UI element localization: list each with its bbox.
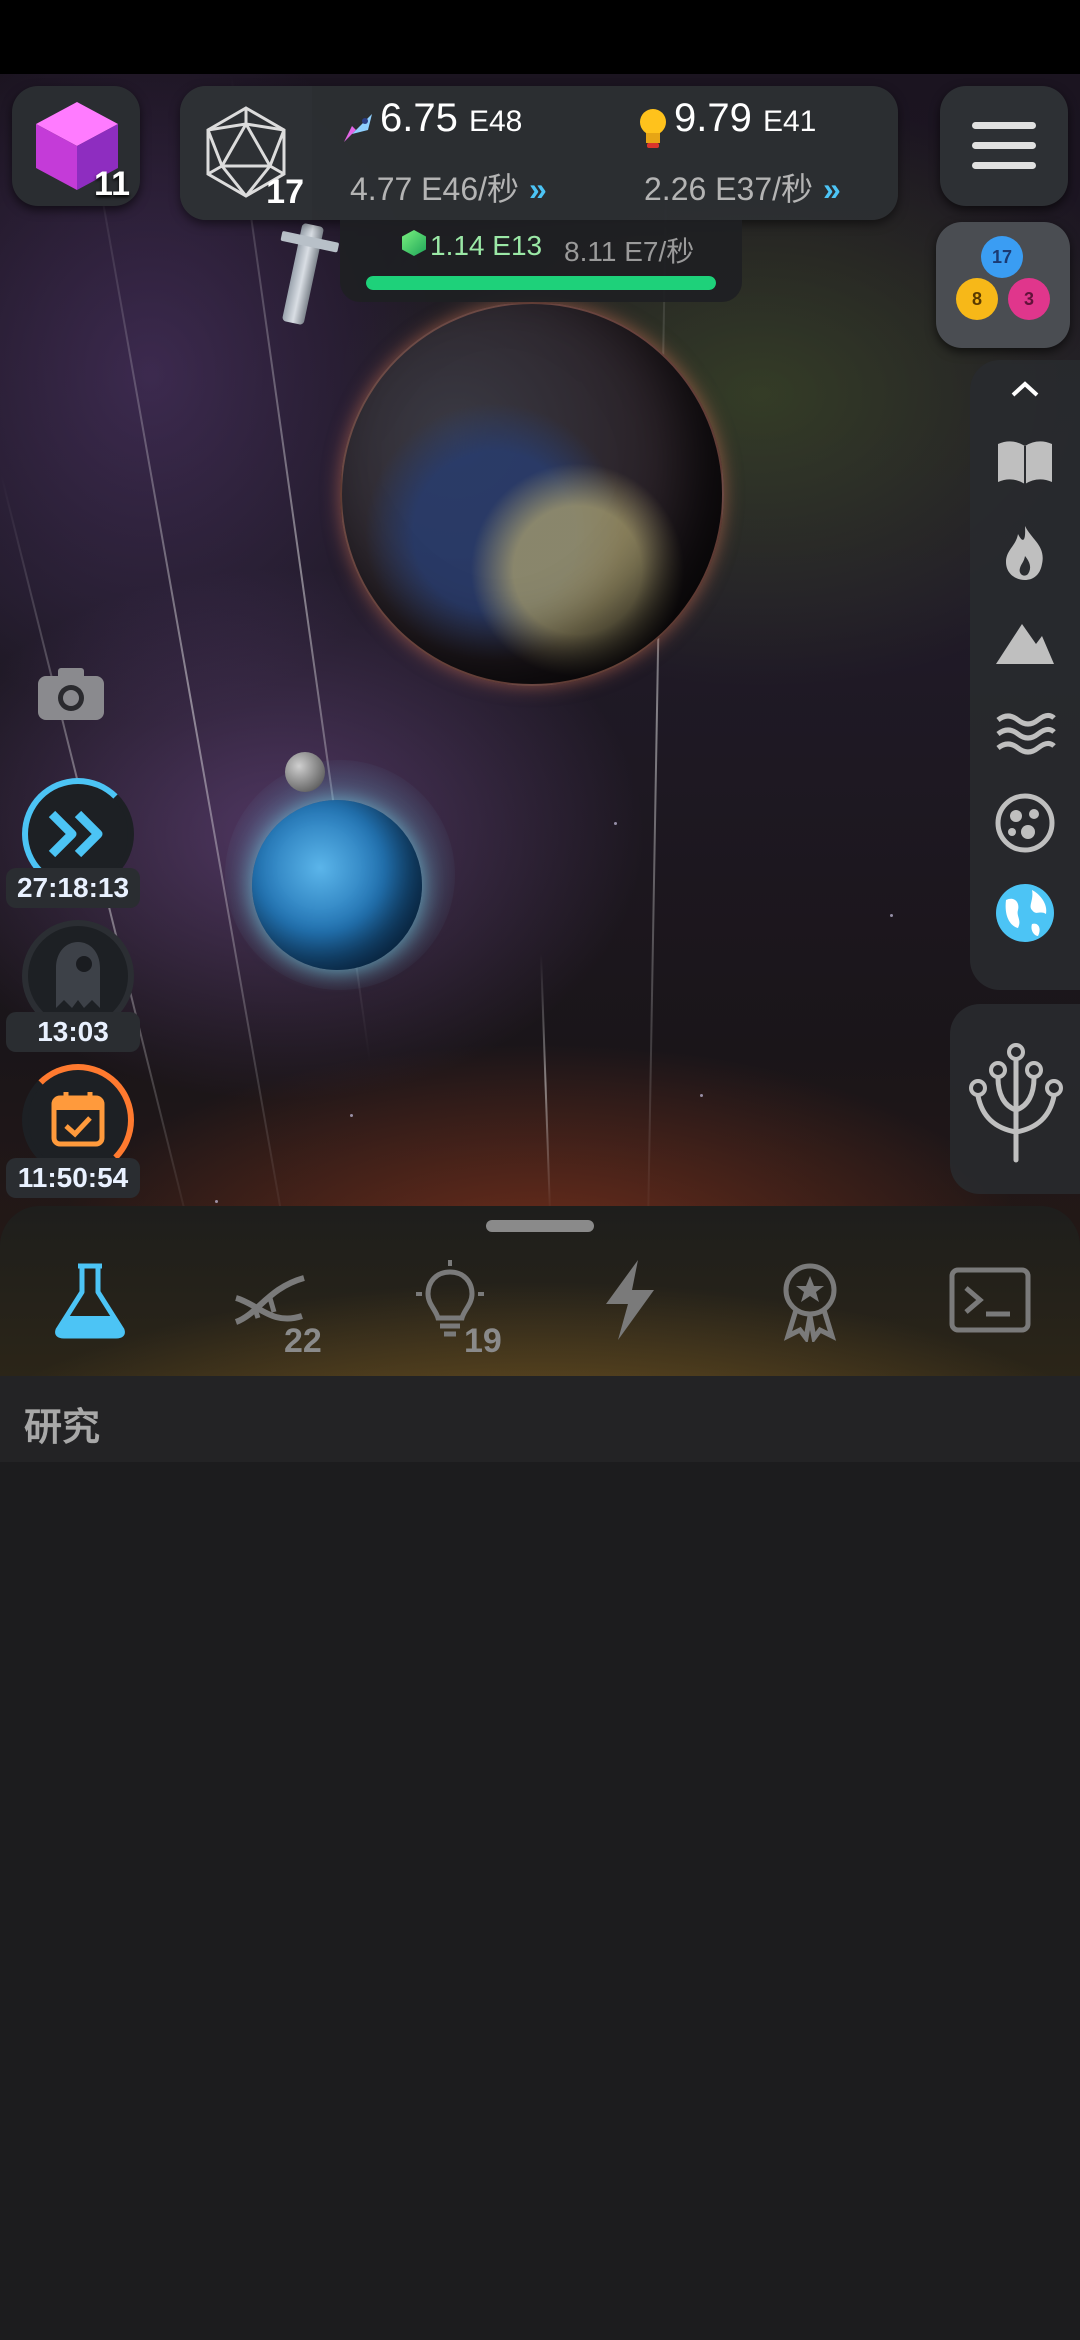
chevron-up-icon[interactable]	[1010, 380, 1040, 398]
cube-count: 11	[94, 165, 130, 203]
section-title: 研究	[24, 1407, 101, 1449]
triad-yellow: 8	[956, 278, 998, 320]
boost-chevron-icon: »	[529, 171, 547, 207]
ghost-icon	[56, 942, 100, 1008]
tab-dna[interactable]: 22	[228, 1258, 338, 1360]
globe-icon	[996, 884, 1054, 942]
flask-icon	[55, 1263, 125, 1339]
menu-button[interactable]	[940, 86, 1068, 206]
boost-chevron-icon: »	[823, 171, 841, 207]
waves-icon	[996, 712, 1056, 755]
blue-planet[interactable]	[252, 800, 422, 970]
tree-button[interactable]	[950, 1004, 1080, 1194]
gem-panel: 1.14 E13 8.11 E7/秒	[340, 220, 742, 302]
calendar-check-icon	[51, 1092, 105, 1147]
moon[interactable]	[285, 752, 325, 792]
tab-bar: 22 19	[0, 1206, 1080, 1376]
rail-mountain[interactable]	[992, 610, 1058, 676]
rail-water[interactable]	[992, 700, 1058, 766]
energy-rate[interactable]: 4.77 E46/秒»	[350, 164, 547, 210]
ideas-badge: 19	[464, 1322, 502, 1360]
satellite[interactable]	[281, 222, 325, 326]
terminal-icon	[949, 1267, 1031, 1333]
gem-value: 1.14 E13	[430, 230, 543, 261]
triad-button[interactable]: 17 8 3	[936, 222, 1070, 348]
ghost-timer-label: 13:03	[6, 1012, 140, 1052]
resource-panel: 17 6.75 E48 4.77 E46/秒» 9.79 E41 2.26 E3…	[180, 86, 898, 220]
rail-cells[interactable]	[992, 790, 1058, 856]
home-planet[interactable]	[340, 302, 724, 686]
tab-ideas[interactable]: 19	[408, 1258, 518, 1360]
rail-fire[interactable]	[992, 520, 1058, 586]
rail-earth[interactable]	[992, 880, 1058, 946]
mountain-icon	[996, 624, 1054, 664]
sheet-drag-handle[interactable]	[486, 1220, 594, 1232]
tab-console[interactable]	[948, 1258, 1058, 1358]
rail-book[interactable]	[992, 430, 1058, 496]
tab-achievements[interactable]	[768, 1258, 878, 1358]
dice-level: 17	[266, 173, 304, 211]
cells-icon	[995, 793, 1055, 853]
dice-button[interactable]: 17	[180, 86, 312, 220]
fast-forward-timer-label: 27:18:13	[6, 868, 140, 908]
idea-rate[interactable]: 2.26 E37/秒»	[644, 164, 841, 210]
side-rail	[970, 360, 1080, 990]
gem-progress-bar	[366, 276, 716, 290]
tab-energy[interactable]	[588, 1258, 698, 1358]
camera-button[interactable]	[36, 664, 106, 722]
triad-pink: 3	[1008, 278, 1050, 320]
gem-rate: 8.11 E7/秒	[564, 236, 695, 267]
gem-icon	[402, 230, 426, 256]
calendar-timer-label: 11:50:54	[6, 1158, 140, 1198]
status-bar	[0, 0, 1080, 74]
cube-button[interactable]: 11	[12, 86, 140, 206]
fire-icon	[1006, 526, 1043, 580]
rocket-icon	[344, 114, 372, 142]
bottom-sheet: 22 19 研究	[0, 1206, 1080, 2340]
lightbulb-icon	[640, 109, 666, 148]
triad-blue: 17	[981, 236, 1023, 278]
medal-icon	[783, 1263, 837, 1345]
tree-icon	[969, 1043, 1063, 1163]
lightning-icon	[606, 1260, 654, 1340]
idea-value: 9.79 E41	[674, 96, 817, 140]
tab-research[interactable]	[48, 1258, 158, 1358]
camera-icon	[38, 668, 104, 720]
section-header: 研究	[0, 1376, 1080, 1462]
fast-forward-icon	[48, 810, 103, 858]
energy-value: 6.75 E48	[380, 96, 523, 140]
book-icon	[998, 441, 1052, 484]
dna-badge: 22	[284, 1322, 322, 1360]
